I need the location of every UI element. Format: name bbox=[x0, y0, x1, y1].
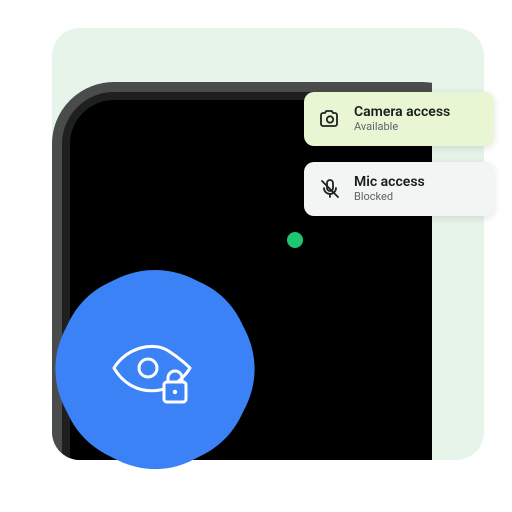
camera-access-status: Available bbox=[354, 121, 450, 134]
camera-access-title: Camera access bbox=[354, 104, 450, 120]
mic-access-status: Blocked bbox=[354, 191, 425, 204]
mic-access-text: Mic access Blocked bbox=[354, 174, 425, 204]
mic-access-chip[interactable]: Mic access Blocked bbox=[304, 162, 494, 216]
camera-access-chip[interactable]: Camera access Available bbox=[304, 92, 494, 146]
mic-off-icon bbox=[318, 177, 342, 201]
privacy-eye-lock-icon bbox=[108, 338, 198, 408]
privacy-indicator-dot bbox=[287, 232, 303, 248]
mic-access-title: Mic access bbox=[354, 174, 425, 190]
camera-access-text: Camera access Available bbox=[354, 104, 450, 134]
camera-icon bbox=[318, 107, 342, 131]
privacy-illustration: Camera access Available Mic access Block… bbox=[0, 0, 512, 512]
